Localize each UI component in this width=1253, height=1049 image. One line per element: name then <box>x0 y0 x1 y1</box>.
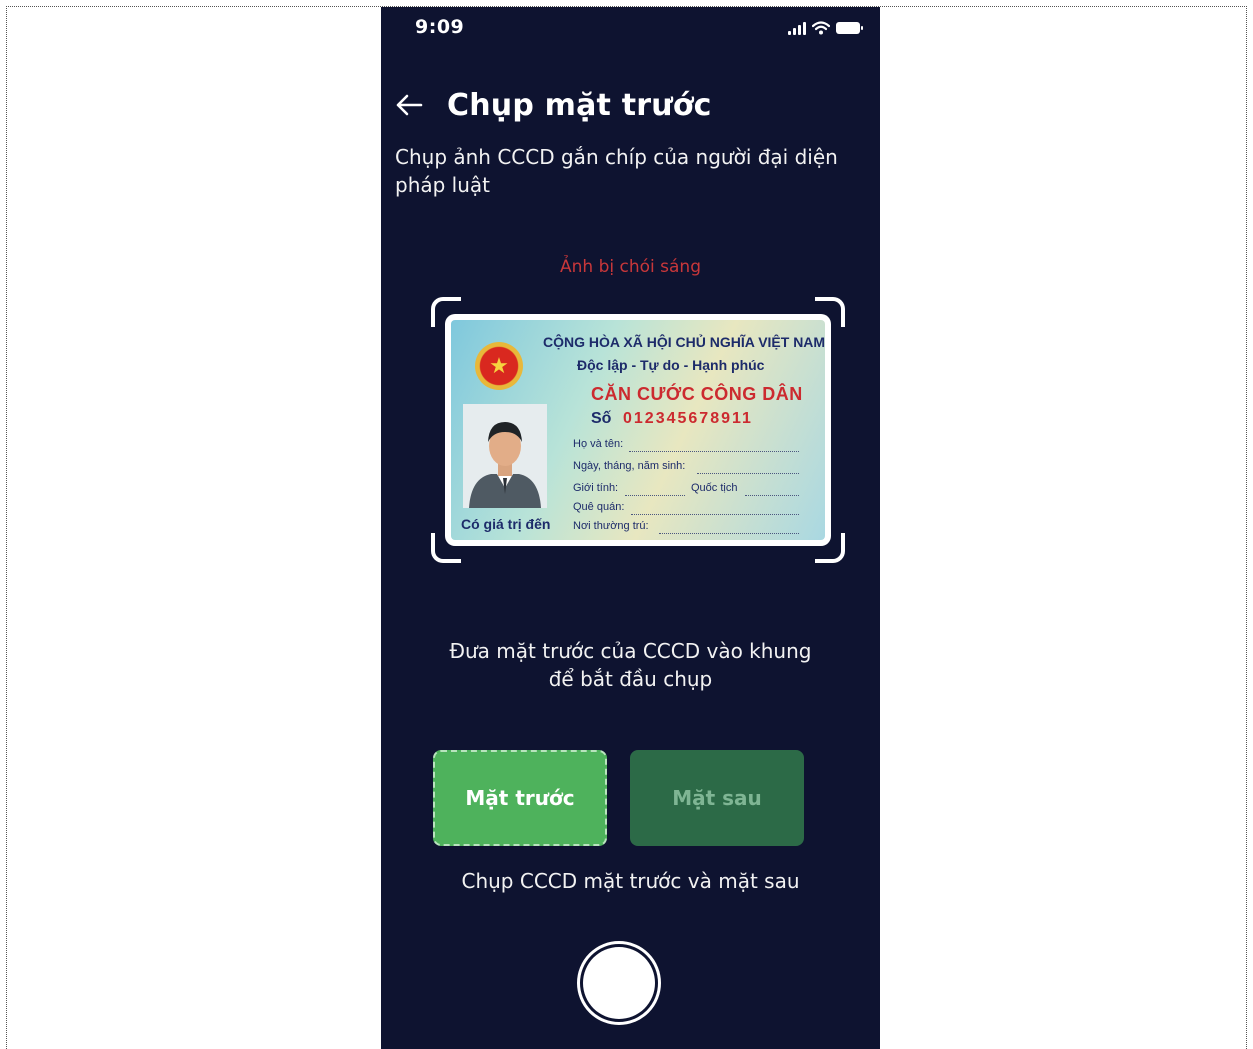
card-valid-until: Có giá trị đến <box>461 516 551 532</box>
instruction-line-1: Đưa mặt trước của CCCD vào khung <box>449 639 812 663</box>
national-emblem-icon: ★ <box>475 342 523 390</box>
card-republic: CỘNG HÒA XÃ HỘI CHỦ NGHĨA VIỆT NAM <box>543 334 825 350</box>
card-number-label: Số <box>591 410 612 427</box>
field-hometown-line <box>631 514 799 515</box>
field-residence: Nơi thường trú: <box>573 520 649 532</box>
subtitle: Chụp ảnh CCCD gắn chíp của người đại diệ… <box>395 145 838 197</box>
signal-icon <box>788 21 806 35</box>
glare-warning: Ảnh bị chói sáng <box>560 257 701 277</box>
phone-screen: 9:09 Chụp mặt trước Chụp ảnh CCCD gắn ch… <box>381 7 880 1049</box>
capture-caption: Chụp CCCD mặt trước và mặt sau <box>461 869 800 893</box>
battery-icon <box>836 22 863 34</box>
shutter-icon <box>583 947 655 1019</box>
header: Chụp mặt trước <box>395 85 712 125</box>
arrow-left-icon <box>396 94 423 116</box>
field-nationality-line <box>745 495 799 496</box>
shutter-button[interactable] <box>577 941 661 1025</box>
status-icons <box>788 20 863 36</box>
front-side-button[interactable]: Mặt trước <box>433 750 607 846</box>
id-card-face: ★ CỘNG HÒA XÃ HỘI CHỦ NGHĨA VIỆT NAM Độc… <box>451 320 825 540</box>
field-name-line <box>629 451 799 452</box>
card-title: CĂN CƯỚC CÔNG DÂN <box>591 384 803 404</box>
scan-frame: ★ CỘNG HÒA XÃ HỘI CHỦ NGHĨA VIỆT NAM Độc… <box>431 297 845 563</box>
instruction-line-2: để bắt đầu chụp <box>548 667 713 691</box>
card-motto: Độc lập - Tự do - Hạnh phúc <box>577 357 765 373</box>
id-card-preview: ★ CỘNG HÒA XÃ HỘI CHỦ NGHĨA VIỆT NAM Độc… <box>445 314 831 546</box>
person-silhouette-icon <box>463 404 547 508</box>
field-sex-line <box>625 495 685 496</box>
status-bar: 9:09 <box>381 7 880 51</box>
field-sex: Giới tính: <box>573 482 619 494</box>
field-residence-line <box>659 533 799 534</box>
field-dob: Ngày, tháng, năm sinh: <box>573 460 686 472</box>
wifi-icon <box>812 21 830 35</box>
field-dob-line <box>697 473 799 474</box>
portrait-photo <box>463 404 547 508</box>
page-title: Chụp mặt trước <box>447 87 712 123</box>
back-side-button[interactable]: Mặt sau <box>630 750 804 846</box>
field-name: Họ và tên: <box>573 438 624 450</box>
field-nationality: Quốc tịch <box>691 482 738 494</box>
status-time: 9:09 <box>415 16 465 38</box>
field-hometown: Quê quán: <box>573 501 625 513</box>
card-number: 012345678911 <box>623 410 753 427</box>
back-button[interactable] <box>395 87 427 123</box>
capture-instruction: Đưa mặt trước của CCCD vào khung để bắt … <box>381 637 880 693</box>
